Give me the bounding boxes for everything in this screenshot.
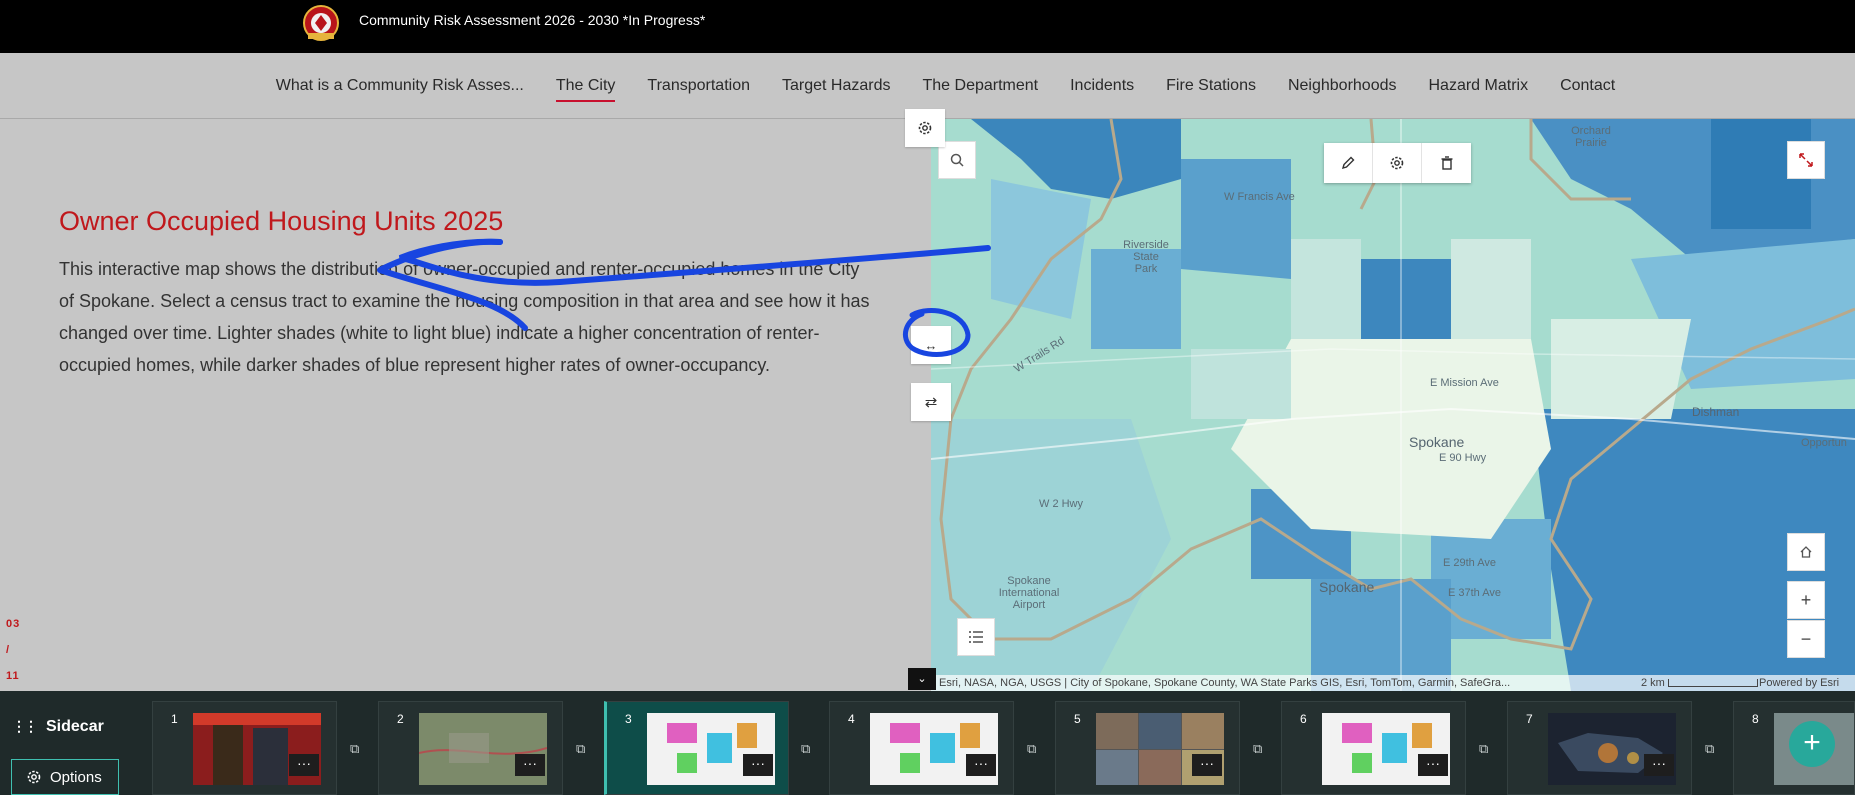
slide-more-button[interactable]: ··· [515,754,545,776]
page-current: 03 [6,618,21,630]
slide-more-button[interactable]: ··· [1644,754,1674,776]
gear-icon [1390,156,1404,170]
map-label-opportunity: Opportun [1801,437,1847,449]
zoom-in-button[interactable]: + [1787,581,1825,619]
legend-button[interactable] [957,618,995,656]
nav-item-fire-stations[interactable]: Fire Stations [1150,77,1272,95]
block-settings-button[interactable] [1373,143,1422,183]
slide-more-button[interactable]: ··· [743,754,773,776]
duplicate-slide-icon[interactable]: ⧉ [801,741,817,757]
map-label-francis: W Francis Ave [1224,191,1295,203]
chevron-down-icon: ⌄ [917,673,927,685]
nav-item-incidents[interactable]: Incidents [1054,77,1150,95]
gear-icon [918,121,932,135]
expand-icon [1799,153,1813,167]
pencil-icon [1341,156,1355,170]
map-label-mission: E Mission Ave [1430,377,1499,389]
story-body: This interactive map shows the distribut… [59,259,870,375]
nav-item-contact[interactable]: Contact [1544,77,1631,95]
app-title: Community Risk Assessment 2026 - 2030 *I… [359,12,706,28]
duplicate-slide-icon[interactable]: ⧉ [1479,741,1495,757]
map-label-e37: E 37th Ave [1448,587,1502,599]
slide-thumbnail-4[interactable]: 4 ··· [829,701,1014,795]
map-label-spokane: Spokane [1409,434,1465,450]
swap-panels-button[interactable]: ⇄ [911,383,951,421]
page-indicator: 03 / 11 [6,611,20,689]
fire-department-logo [302,3,340,43]
trash-icon [1441,156,1452,170]
nav-item-neighborhoods[interactable]: Neighborhoods [1272,77,1413,95]
slide-more-button[interactable]: ··· [966,754,996,776]
slide-thumbnail-5[interactable]: 5 ··· [1055,701,1240,795]
page-separator: / [6,644,11,656]
slide-thumbnail-1[interactable]: 1 ··· [152,701,337,795]
slide-thumbnail-6[interactable]: 6 ··· [1281,701,1466,795]
home-button[interactable] [1787,533,1825,571]
slide-thumbnail-2[interactable]: 2 ··· [378,701,563,795]
duplicate-slide-icon[interactable]: ⧉ [1253,741,1269,757]
map-label-dishman: Dishman [1692,405,1740,419]
slide-thumbnail-3[interactable]: 3 ··· [604,701,789,795]
nav-item-hazard-matrix[interactable]: Hazard Matrix [1413,77,1545,95]
app-root: Community Risk Assessment 2026 - 2030 *I… [0,0,1855,795]
slide-more-button[interactable]: ··· [289,754,319,776]
minus-icon: − [1800,628,1812,649]
gear-icon [27,770,41,784]
duplicate-slide-icon[interactable]: ⧉ [576,741,592,757]
plus-icon: + [1800,589,1812,610]
narrative-panel: Owner Occupied Housing Units 2025 This i… [0,119,931,691]
nav-item-the-department[interactable]: The Department [907,77,1055,95]
scale-bar: 2 km [1641,675,1758,691]
panel-settings-button[interactable] [905,109,945,147]
slide-more-button[interactable]: ··· [1192,754,1222,776]
nav-item-the-city[interactable]: The City [540,77,632,102]
slide-thumbnail-7[interactable]: 7 ··· [1507,701,1692,795]
story-title: Owner Occupied Housing Units 2025 [59,206,504,236]
block-toolbar [1324,143,1471,183]
duplicate-slide-icon[interactable]: ⧉ [350,741,366,757]
map-label-riverside: Riverside State Park [1123,239,1169,275]
powered-by-esri[interactable]: Powered by Esri [1759,675,1839,691]
map-label-e90: E 90 Hwy [1439,452,1487,464]
list-icon [969,631,983,643]
delete-button[interactable] [1422,143,1471,183]
zoom-out-button[interactable]: − [1787,620,1825,658]
map-attribution: Esri, NASA, NGA, USGS | City of Spokane,… [931,675,1855,691]
swap-icon: ⇄ [924,394,938,411]
slide-more-button[interactable]: ··· [1418,754,1448,776]
resize-panel-button[interactable]: ↔ [911,326,951,364]
map-label-w2: W 2 Hwy [1039,498,1083,510]
map-label-spokane-south: Spokane [1319,579,1375,595]
map-label-orchard-prairie: Orchard Prairie [1571,125,1611,149]
map-label-airport: Spokane International Airport [998,575,1060,611]
duplicate-slide-icon[interactable]: ⧉ [1027,741,1043,757]
horizontal-resize-icon: ↔ [924,337,938,353]
nav-item-what-is-cra[interactable]: What is a Community Risk Asses... [260,77,540,95]
nav-item-target-hazards[interactable]: Target Hazards [766,77,907,95]
sidecar-bar: ⋮⋮ Sidecar Options 1 ··· ⧉ 2 ··· ⧉ 3 ··· … [0,691,1855,795]
home-icon [1800,546,1812,558]
map-view[interactable]: Spokane Spokane Orchard Prairie W Franci… [931,119,1855,691]
collapse-button[interactable]: ⌄ [908,668,936,690]
nav-item-transportation[interactable]: Transportation [631,77,766,95]
duplicate-slide-icon[interactable]: ⧉ [1705,741,1721,757]
sidecar-title: ⋮⋮ Sidecar [12,718,104,735]
drag-handle-icon[interactable]: ⋮⋮ [12,718,38,734]
page-total: 11 [6,670,20,682]
top-bar: Community Risk Assessment 2026 - 2030 *I… [0,0,1855,53]
map-label-e29: E 29th Ave [1443,557,1497,569]
edit-button[interactable] [1324,143,1373,183]
options-button[interactable]: Options [11,759,119,795]
expand-map-button[interactable] [1787,141,1825,179]
add-slide-button[interactable]: + [1789,721,1835,767]
search-icon [950,153,964,167]
